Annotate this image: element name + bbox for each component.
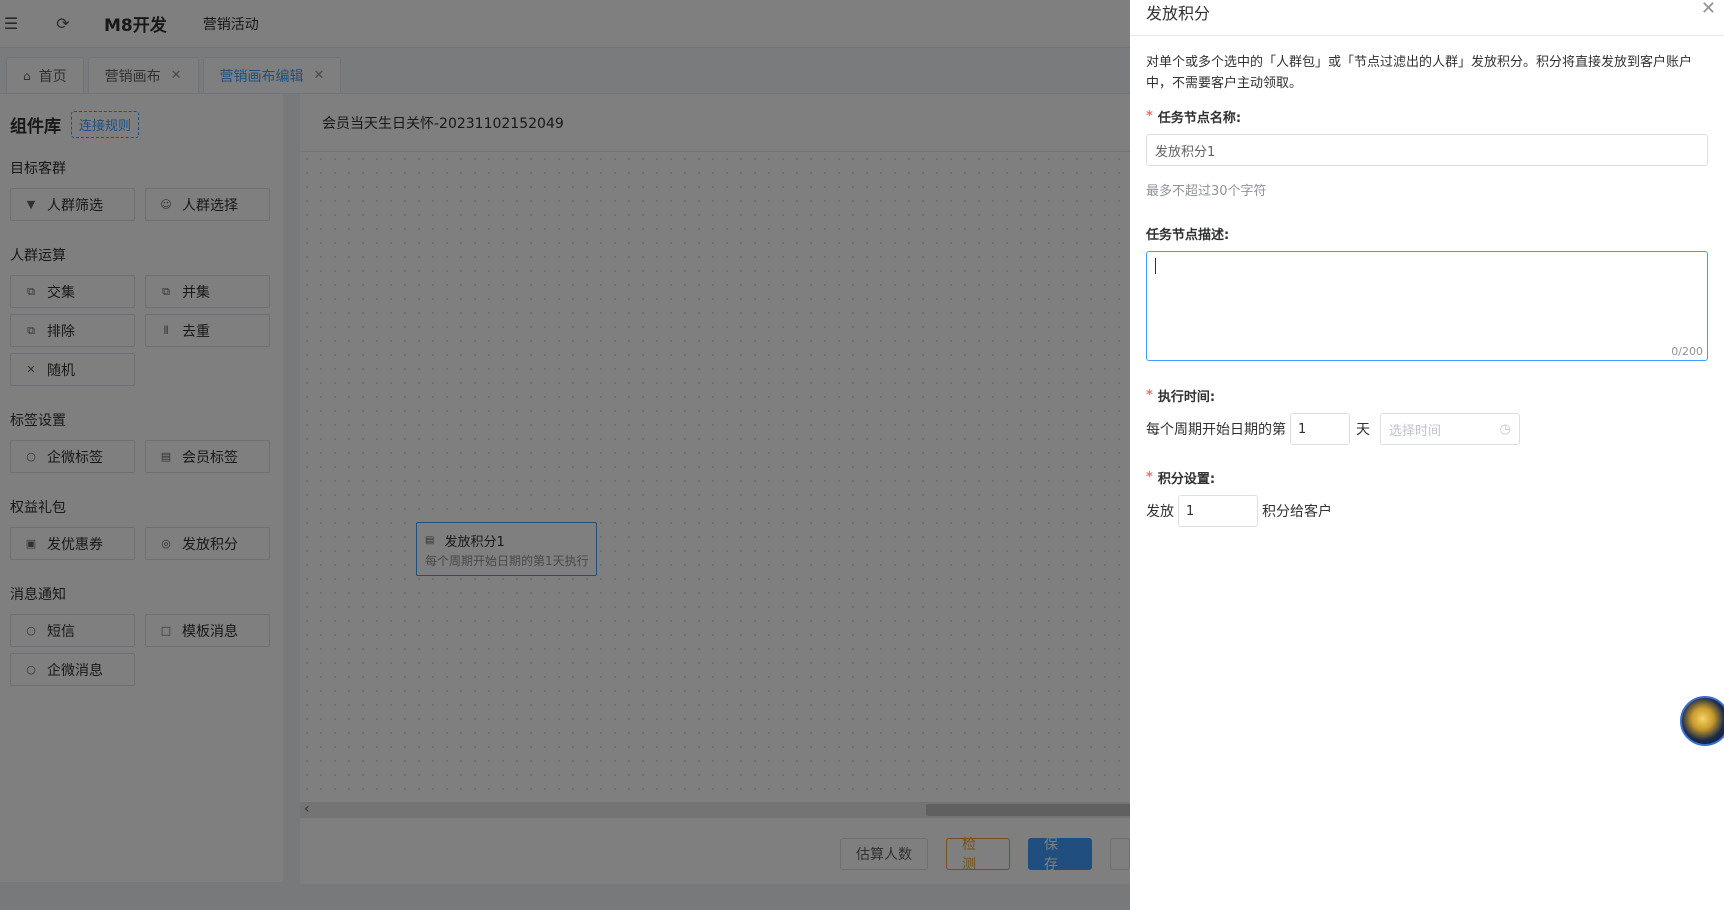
exec-day-input[interactable]: 1 bbox=[1290, 413, 1350, 445]
task-name-hint: 最多不超过30个字符 bbox=[1146, 184, 1267, 199]
task-desc-label: 任务节点描述: bbox=[1146, 227, 1230, 243]
drawer-title: 发放积分 bbox=[1146, 4, 1211, 23]
task-name-input[interactable]: 发放积分1 bbox=[1146, 134, 1708, 166]
drawer-intro: 对单个或多个选中的「人群包」或「节点过滤出的人群」发放积分。积分将直接发放到客户… bbox=[1146, 55, 1693, 91]
exec-time-prefix: 每个周期开始日期的第 bbox=[1146, 422, 1286, 438]
exec-time-label: * 执行时间: bbox=[1146, 387, 1216, 405]
text-caret bbox=[1155, 258, 1156, 274]
char-counter: 0/200 bbox=[1671, 345, 1703, 358]
task-desc-textarea[interactable]: 0/200 bbox=[1146, 251, 1708, 361]
time-picker[interactable]: 选择时间 ◷ bbox=[1380, 413, 1520, 445]
points-prefix: 发放 bbox=[1146, 504, 1174, 520]
points-setting-label: * 积分设置: bbox=[1146, 469, 1216, 487]
points-amount-input[interactable]: 1 bbox=[1178, 495, 1258, 527]
time-placeholder: 选择时间 bbox=[1389, 423, 1442, 439]
close-icon[interactable]: ✕ bbox=[1701, 0, 1716, 19]
clock-icon: ◷ bbox=[1499, 421, 1511, 437]
assistant-avatar[interactable] bbox=[1680, 696, 1724, 746]
task-name-label: * 任务节点名称: bbox=[1146, 108, 1242, 126]
points-suffix: 积分给客户 bbox=[1262, 504, 1332, 520]
points-drawer: 发放积分 ✕ 对单个或多个选中的「人群包」或「节点过滤出的人群」发放积分。积分将… bbox=[1130, 0, 1724, 910]
exec-day-unit: 天 bbox=[1356, 422, 1370, 438]
